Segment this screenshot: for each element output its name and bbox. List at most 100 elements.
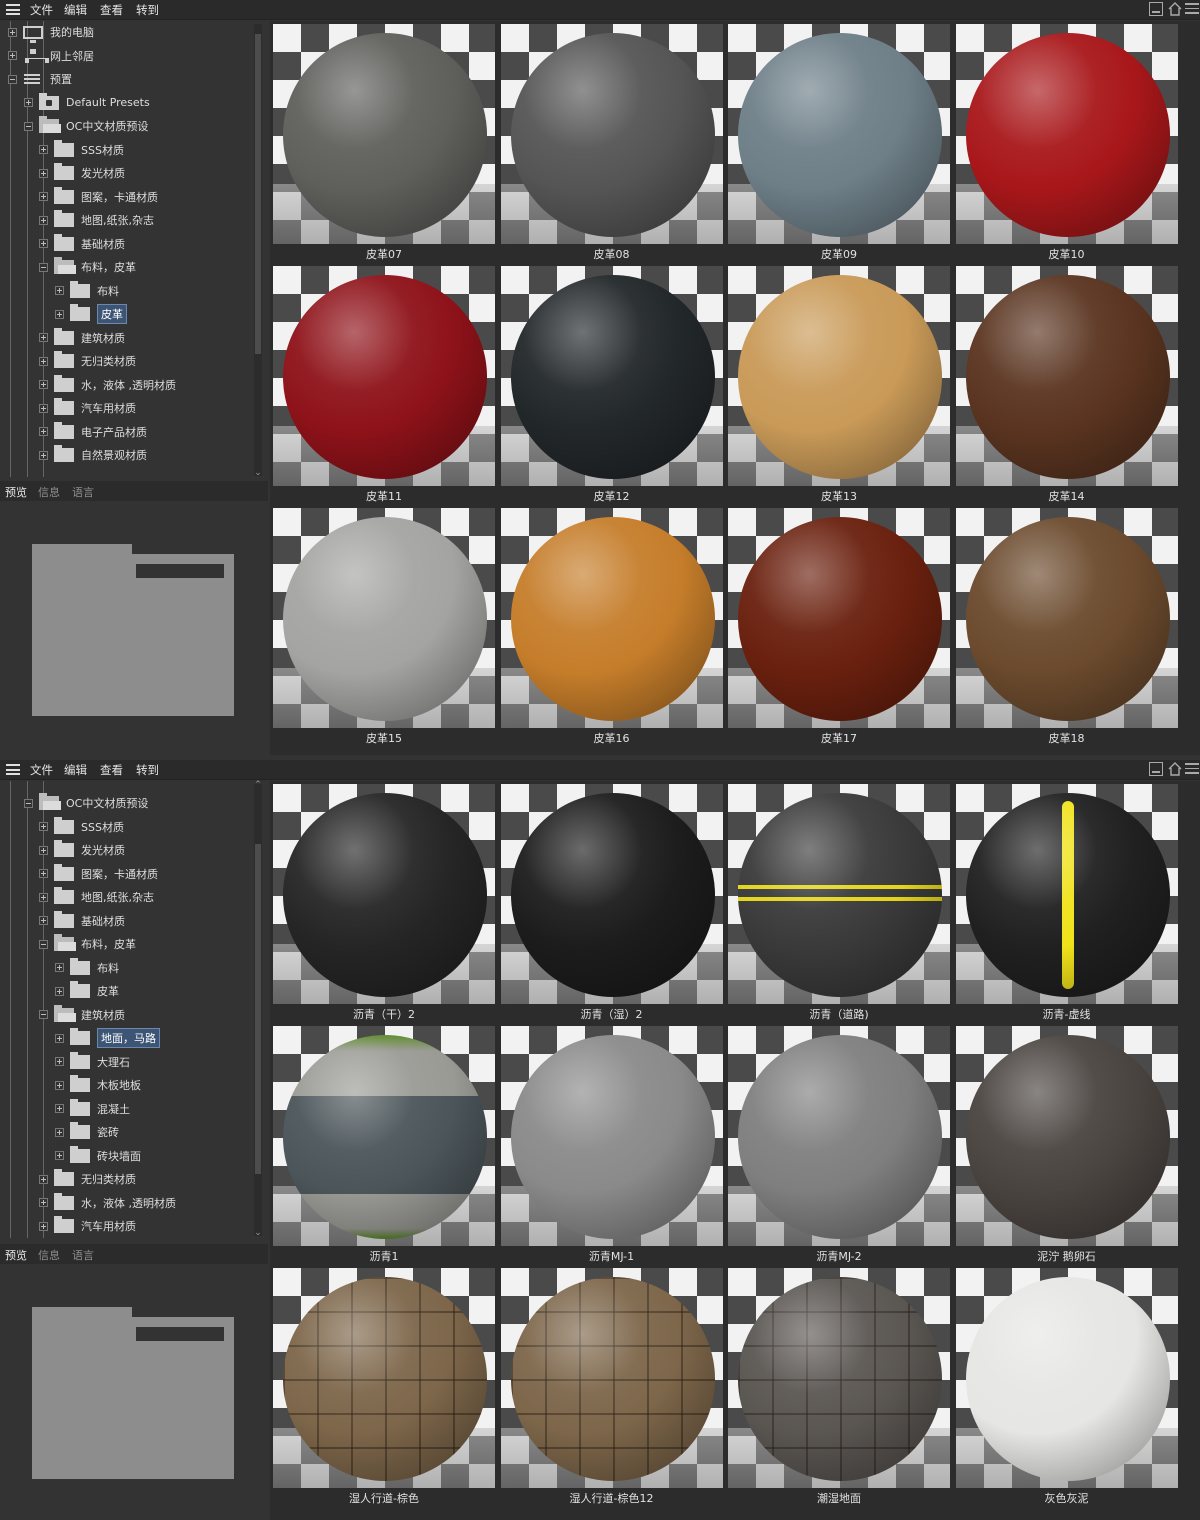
expand-icon[interactable] xyxy=(39,1198,48,1207)
menu-edit[interactable]: 编辑 xyxy=(64,2,87,18)
tree-scrollbar[interactable]: ⌄ xyxy=(253,24,263,478)
collapse-icon[interactable] xyxy=(24,121,33,131)
tree-item[interactable]: Default Presets xyxy=(24,92,150,114)
tab-preview[interactable]: 预览 xyxy=(5,1247,27,1263)
tree-item[interactable]: 地图,纸张,杂志 xyxy=(39,209,154,231)
material-thumbnail[interactable]: 沥青MJ-2 xyxy=(728,1026,950,1263)
expand-icon[interactable] xyxy=(55,1080,64,1090)
expand-icon[interactable] xyxy=(39,822,48,831)
tab-info[interactable]: 信息 xyxy=(38,1247,60,1263)
menu-edit[interactable]: 编辑 xyxy=(64,762,87,778)
material-thumbnail[interactable]: 皮革16 xyxy=(500,508,723,745)
minimize-icon[interactable] xyxy=(1149,2,1163,16)
material-thumbnail[interactable]: 皮革13 xyxy=(728,266,950,503)
expand-icon[interactable] xyxy=(39,1174,48,1184)
tree-item[interactable]: 木板地板 xyxy=(55,1074,141,1096)
menu-goto[interactable]: 转到 xyxy=(136,762,159,778)
material-thumbnail[interactable]: 沥青1 xyxy=(273,1026,495,1263)
collapse-icon[interactable] xyxy=(39,939,48,949)
tree-item[interactable]: 布料，皮革 xyxy=(39,256,136,278)
scroll-thumb[interactable] xyxy=(255,844,261,1174)
hamburger-menu-icon[interactable] xyxy=(6,764,20,775)
expand-icon[interactable] xyxy=(55,286,64,295)
expand-icon[interactable] xyxy=(39,333,48,342)
tree-item[interactable]: 皮革 xyxy=(55,303,127,325)
tree-item[interactable]: 地图,纸张,杂志 xyxy=(39,886,154,908)
tree-scrollbar[interactable]: ⌃ ⌄ xyxy=(253,780,263,1238)
expand-icon[interactable] xyxy=(39,356,48,366)
material-thumbnail[interactable]: 沥青（道路) xyxy=(728,784,950,1021)
material-thumbnail[interactable]: 皮革18 xyxy=(955,508,1178,745)
expand-icon[interactable] xyxy=(8,27,17,37)
hamburger-menu-icon[interactable] xyxy=(6,4,20,15)
minimize-icon[interactable] xyxy=(1149,762,1163,776)
expand-icon[interactable] xyxy=(39,168,48,178)
tree-item[interactable]: 混凝土 xyxy=(55,1098,130,1120)
expand-icon[interactable] xyxy=(55,1127,64,1137)
tree-item[interactable]: 布料 xyxy=(55,957,119,979)
tree-item[interactable]: 无归类材质 xyxy=(39,1168,136,1190)
tree-item[interactable]: 砖块墙面 xyxy=(55,1145,141,1167)
tab-info[interactable]: 信息 xyxy=(38,484,60,500)
expand-icon[interactable] xyxy=(39,427,48,436)
expand-icon[interactable] xyxy=(39,845,48,855)
material-thumbnail[interactable]: 皮革14 xyxy=(955,266,1178,503)
tree-item[interactable]: 建筑材质 xyxy=(39,327,125,349)
tree-item[interactable]: 地面，马路 xyxy=(55,1027,160,1049)
tree-item[interactable]: 水，液体 ,透明材质 xyxy=(39,374,176,396)
tree-item[interactable]: 皮革 xyxy=(55,980,119,1002)
tree-item[interactable]: 布料 xyxy=(55,280,119,302)
tree-item[interactable]: 网上邻居 xyxy=(8,45,94,67)
expand-icon[interactable] xyxy=(55,309,64,319)
expand-icon[interactable] xyxy=(55,1151,64,1160)
tree-item[interactable]: OC中文材质预设 xyxy=(24,115,148,137)
tree-item[interactable]: 汽车用材质 xyxy=(39,397,136,419)
material-thumbnail[interactable]: 皮革09 xyxy=(728,24,950,261)
tree-item[interactable]: 瓷砖 xyxy=(55,1121,119,1143)
material-thumbnail[interactable]: 皮革15 xyxy=(273,508,495,745)
material-thumbnail[interactable]: 皮革12 xyxy=(500,266,723,503)
material-thumbnail[interactable]: 皮革07 xyxy=(273,24,495,261)
expand-icon[interactable] xyxy=(39,916,48,925)
scroll-up-icon[interactable]: ⌃ xyxy=(253,780,263,790)
expand-icon[interactable] xyxy=(55,1057,64,1066)
expand-icon[interactable] xyxy=(55,1033,64,1043)
tree-item[interactable]: 汽车用材质 xyxy=(39,1215,136,1237)
settings-sliders-icon[interactable] xyxy=(1185,763,1199,775)
tree-item[interactable]: 无归类材质 xyxy=(39,350,136,372)
material-thumbnail[interactable]: 灰色灰泥 xyxy=(955,1268,1178,1505)
expand-icon[interactable] xyxy=(39,192,48,201)
tree-item[interactable]: 电子产品材质 xyxy=(39,421,147,443)
material-thumbnail[interactable]: 沥青（干）2 xyxy=(273,784,495,1021)
material-thumbnail[interactable]: 皮革11 xyxy=(273,266,495,503)
collapse-icon[interactable] xyxy=(39,1010,48,1019)
material-thumbnail[interactable]: 湿人行道-棕色 xyxy=(273,1268,495,1505)
scroll-down-icon[interactable]: ⌄ xyxy=(253,468,263,478)
home-icon[interactable] xyxy=(1168,2,1182,16)
tree-item[interactable]: 自然景观材质 xyxy=(39,444,147,466)
home-icon[interactable] xyxy=(1168,762,1182,776)
material-thumbnail[interactable]: 泥泞 鹅卵石 xyxy=(955,1026,1178,1263)
expand-icon[interactable] xyxy=(39,892,48,902)
settings-sliders-icon[interactable] xyxy=(1185,3,1199,15)
tree-item[interactable]: 预置 xyxy=(8,68,72,90)
tree-item[interactable]: 基础材质 xyxy=(39,910,125,932)
material-thumbnail[interactable]: 沥青（湿）2 xyxy=(500,784,723,1021)
tree-item[interactable]: SSS材质 xyxy=(39,816,124,838)
expand-icon[interactable] xyxy=(39,145,48,154)
menu-file[interactable]: 文件 xyxy=(30,2,53,18)
tree-item[interactable]: 我的电脑 xyxy=(8,21,94,43)
material-thumbnail[interactable]: 湿人行道-棕色12 xyxy=(500,1268,723,1505)
tree-item[interactable]: 图案，卡通材质 xyxy=(39,186,158,208)
expand-icon[interactable] xyxy=(24,98,33,107)
tree-item[interactable]: 建筑材质 xyxy=(39,1004,125,1026)
expand-icon[interactable] xyxy=(39,380,48,389)
menu-view[interactable]: 查看 xyxy=(100,762,123,778)
tree-item[interactable]: 水，液体 ,透明材质 xyxy=(39,1192,176,1214)
expand-icon[interactable] xyxy=(55,986,64,996)
menu-view[interactable]: 查看 xyxy=(100,2,123,18)
scroll-thumb[interactable] xyxy=(255,34,261,354)
tab-preview[interactable]: 预览 xyxy=(5,484,27,500)
tab-language[interactable]: 语言 xyxy=(72,1247,94,1263)
scroll-down-icon[interactable]: ⌄ xyxy=(253,1228,263,1238)
